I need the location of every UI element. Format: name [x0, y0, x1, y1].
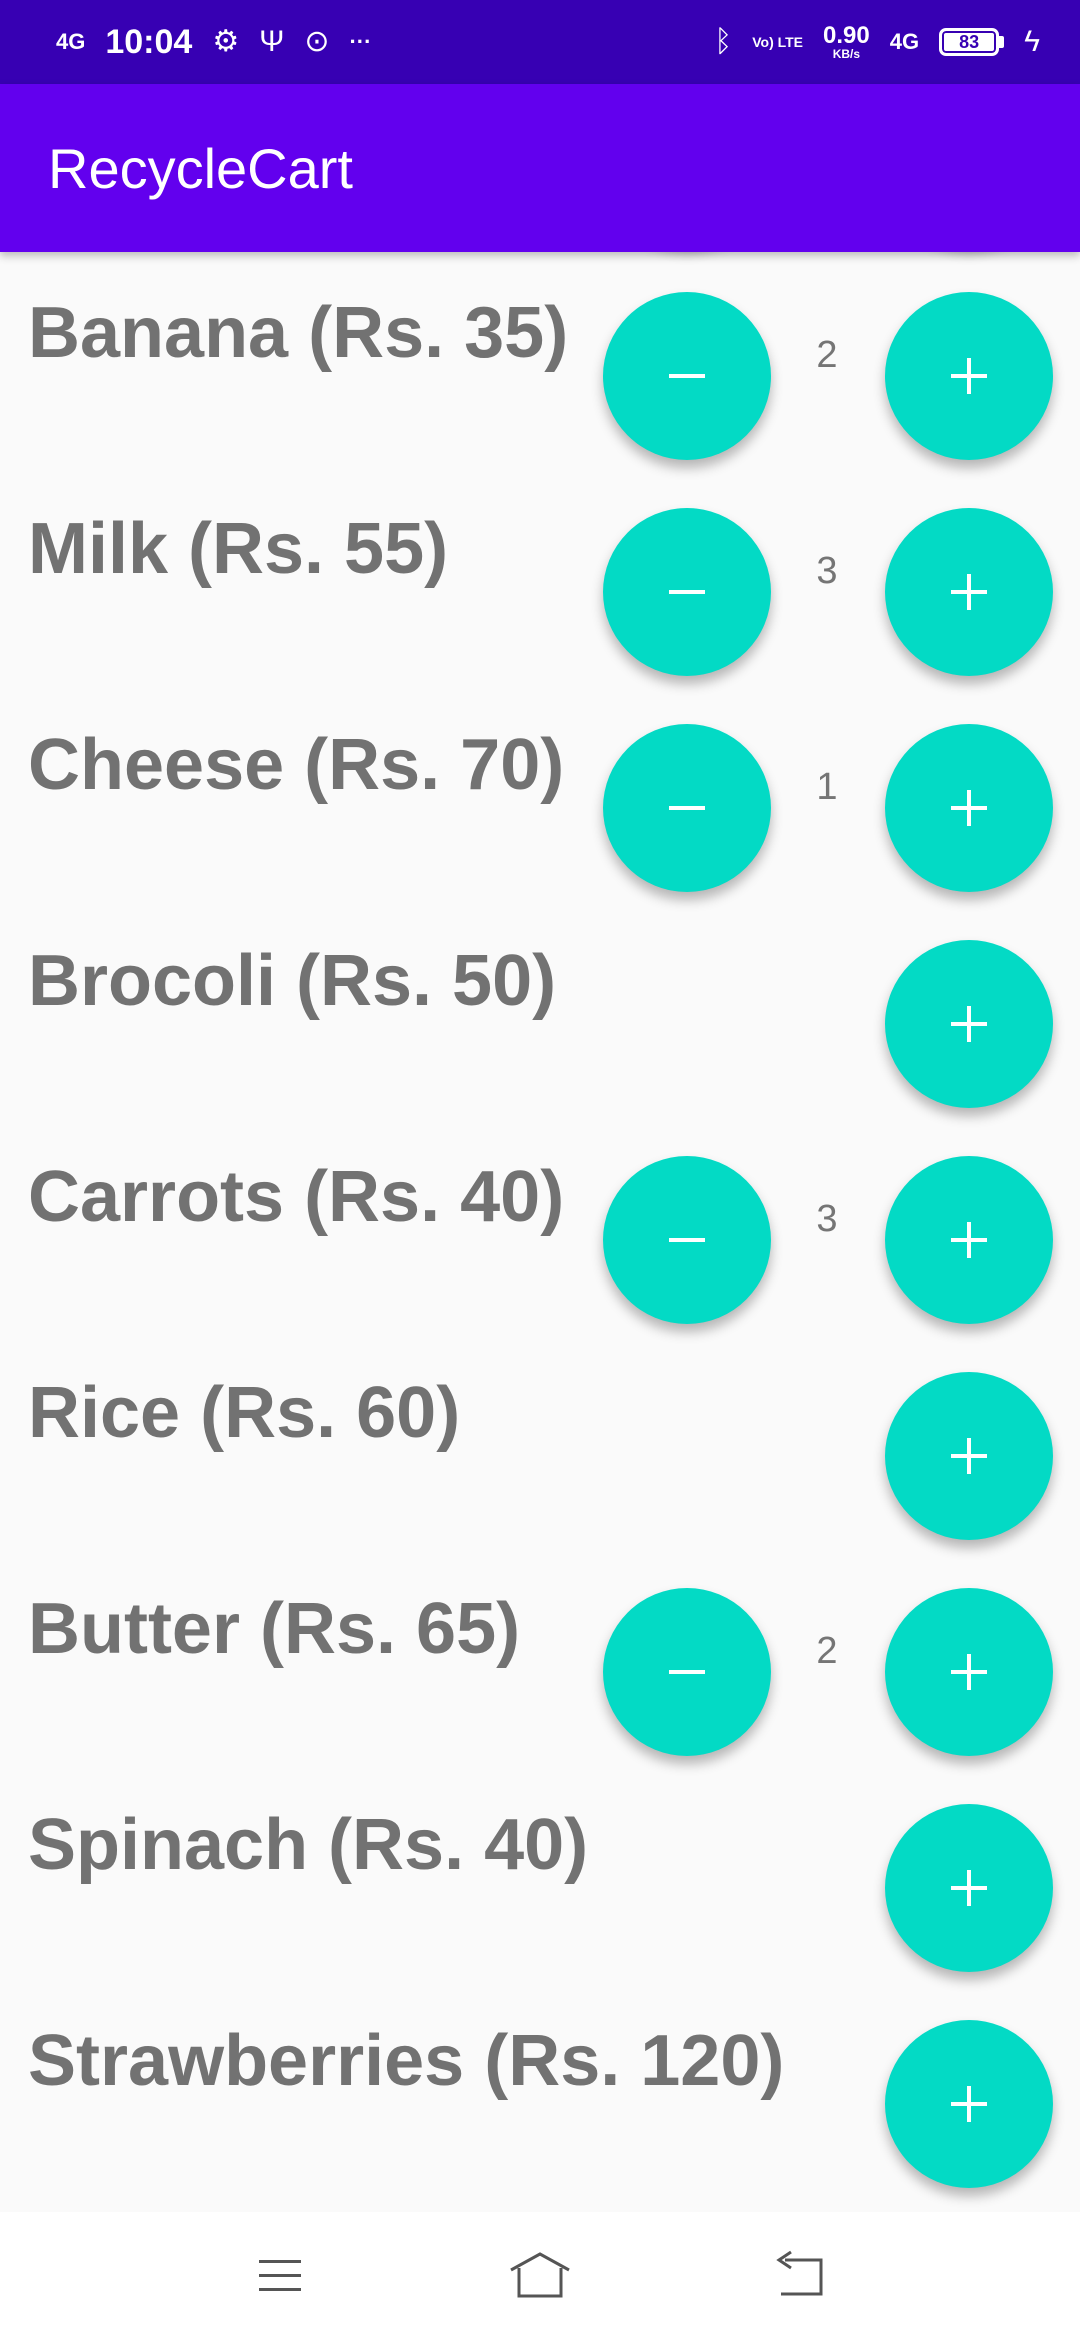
increase-quantity-button[interactable]: [885, 1156, 1053, 1324]
minus-icon: [669, 1238, 705, 1242]
plus-icon: [951, 358, 987, 394]
increase-quantity-button[interactable]: [885, 508, 1053, 676]
item-name: Spinach (Rs. 40): [28, 1805, 589, 1885]
decrease-quantity-button[interactable]: [603, 508, 771, 676]
list-item: Milk (Rs. 55) 3: [0, 468, 1080, 684]
list-item: Spinach (Rs. 40): [0, 1764, 1080, 1980]
item-name: Strawberries (Rs. 120): [28, 2021, 785, 2101]
bluetooth-icon: ᛒ: [714, 25, 733, 58]
increase-quantity-button[interactable]: [885, 1588, 1053, 1756]
navigation-bar: [0, 2212, 1080, 2340]
plus-icon: [951, 2086, 987, 2122]
item-name: Carrots (Rs. 40): [28, 1157, 565, 1237]
plus-icon: [951, 1654, 987, 1690]
increase-quantity-button[interactable]: [885, 2020, 1053, 2188]
nav-home-button[interactable]: [500, 2246, 580, 2306]
battery-tip: [999, 36, 1005, 48]
speed-unit: KB/s: [832, 47, 861, 61]
minus-icon: [669, 374, 705, 378]
list-item: Cheese (Rs. 70) 1: [0, 684, 1080, 900]
increase-quantity-button[interactable]: [885, 292, 1053, 460]
battery-level: 83: [939, 28, 1000, 56]
decrease-quantity-button[interactable]: [603, 1588, 771, 1756]
item-name: Milk (Rs. 55): [28, 509, 449, 589]
item-quantity: 2: [816, 1630, 838, 1672]
item-name: Cheese (Rs. 70): [28, 725, 565, 805]
signal-label: 4G: [56, 29, 86, 54]
status-time: 10:04: [105, 22, 193, 61]
item-quantity: 1: [816, 766, 838, 808]
minus-icon: [669, 1670, 705, 1674]
nav-menu-button[interactable]: [240, 2246, 320, 2306]
item-name: Butter (Rs. 65): [28, 1589, 521, 1669]
app-title: RecycleCart: [48, 136, 353, 200]
network-speed: 0.90 KB/s: [823, 22, 870, 61]
charging-icon: ϟ: [1024, 25, 1040, 58]
list-item: Banana (Rs. 35) 2: [0, 252, 1080, 468]
decrease-quantity-button[interactable]: [603, 724, 771, 892]
plus-icon: [951, 1006, 987, 1042]
back-icon: [776, 2250, 823, 2296]
status-bar: 4G 10:04 ⚙ Ψ ⊙ ··· ᛒ Vo) LTE 0.90 KB/s 4…: [0, 0, 1080, 84]
list-item: Carrots (Rs. 40) 3: [0, 1116, 1080, 1332]
battery-icon: 83: [939, 28, 1005, 56]
decrease-quantity-button[interactable]: [603, 292, 771, 460]
cart-list[interactable]: Apple (Rs. 100) 2 Banana (Rs. 35) 2: [0, 252, 1080, 2212]
plus-icon: [951, 1870, 987, 1906]
list-item: Butter (Rs. 65) 2: [0, 1548, 1080, 1764]
item-quantity: 2: [816, 334, 838, 376]
plus-icon: [951, 790, 987, 826]
plus-icon: [951, 1438, 987, 1474]
usb-icon: Ψ: [259, 25, 285, 58]
list-item: Strawberries (Rs. 120): [0, 1980, 1080, 2196]
status-right: ᛒ Vo) LTE 0.90 KB/s 4G 83 ϟ: [714, 22, 1040, 61]
hotspot-icon: ⊙: [304, 25, 330, 58]
list-item: Rice (Rs. 60): [0, 1332, 1080, 1548]
network-type: 4G: [889, 29, 920, 54]
minus-icon: [669, 806, 705, 810]
list-item: Brocoli (Rs. 50): [0, 900, 1080, 1116]
increase-quantity-button[interactable]: [885, 724, 1053, 892]
increase-quantity-button[interactable]: [885, 1804, 1053, 1972]
plus-icon: [951, 1222, 987, 1258]
item-quantity: 3: [816, 550, 838, 592]
speed-value: 0.90: [823, 22, 870, 49]
item-name: Brocoli (Rs. 50): [28, 941, 557, 1021]
decrease-quantity-button[interactable]: [603, 1156, 771, 1324]
increase-quantity-button[interactable]: [885, 1372, 1053, 1540]
status-left: 4G 10:04 ⚙ Ψ ⊙ ···: [56, 23, 371, 62]
item-name: Banana (Rs. 35): [28, 293, 569, 373]
app-bar: RecycleCart: [0, 84, 1080, 252]
increase-quantity-button[interactable]: [885, 940, 1053, 1108]
home-icon: [510, 2252, 570, 2298]
item-quantity: 3: [816, 1198, 838, 1240]
minus-icon: [669, 590, 705, 594]
menu-icon: [259, 2260, 301, 2291]
more-notifications: ···: [349, 29, 372, 54]
volte-label: Vo) LTE: [752, 34, 804, 50]
nav-back-button[interactable]: [760, 2246, 840, 2306]
usb-debug-icon: ⚙: [212, 25, 240, 58]
cart-list-content: Apple (Rs. 100) 2 Banana (Rs. 35) 2: [0, 252, 1080, 2196]
item-name: Rice (Rs. 60): [28, 1373, 461, 1453]
plus-icon: [951, 574, 987, 610]
